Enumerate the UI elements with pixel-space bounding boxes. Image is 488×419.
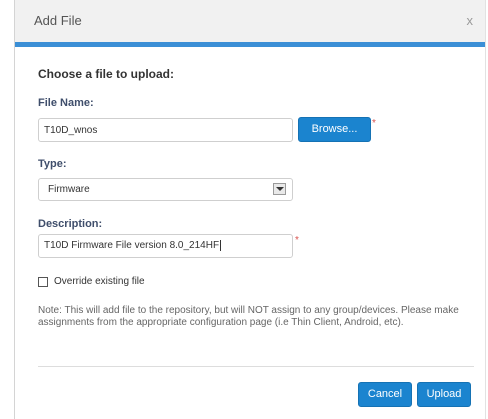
browse-button[interactable]: Browse... bbox=[298, 117, 371, 142]
file-name-label: File Name: bbox=[38, 97, 94, 109]
footer-divider bbox=[38, 366, 474, 367]
dialog-heading: Choose a file to upload: bbox=[38, 67, 175, 81]
override-label: Override existing file bbox=[54, 276, 145, 287]
description-value: T10D Firmware File version 8.0_214HF bbox=[44, 240, 220, 251]
description-label: Description: bbox=[38, 218, 103, 230]
type-select[interactable]: Firmware bbox=[38, 178, 293, 201]
override-checkbox[interactable] bbox=[38, 277, 48, 287]
type-select-value: Firmware bbox=[48, 184, 90, 195]
description-required-mark: * bbox=[295, 235, 299, 246]
cancel-button[interactable]: Cancel bbox=[358, 382, 412, 407]
close-icon[interactable]: x bbox=[467, 13, 474, 28]
file-name-input[interactable] bbox=[38, 118, 293, 142]
description-input[interactable]: T10D Firmware File version 8.0_214HF bbox=[38, 234, 293, 258]
add-file-dialog: Add File x Choose a file to upload: File… bbox=[14, 0, 486, 419]
dialog-titlebar: Add File x bbox=[15, 0, 485, 42]
dialog-title: Add File bbox=[34, 13, 82, 28]
upload-button[interactable]: Upload bbox=[417, 382, 471, 407]
file-name-required-mark: * bbox=[372, 118, 376, 129]
upload-note: Note: This will add file to the reposito… bbox=[38, 305, 459, 328]
text-caret bbox=[220, 239, 222, 251]
title-accent-bar bbox=[15, 42, 485, 47]
chevron-down-icon[interactable] bbox=[273, 183, 286, 195]
stage: Add File x Choose a file to upload: File… bbox=[0, 0, 488, 419]
type-label: Type: bbox=[38, 158, 67, 170]
